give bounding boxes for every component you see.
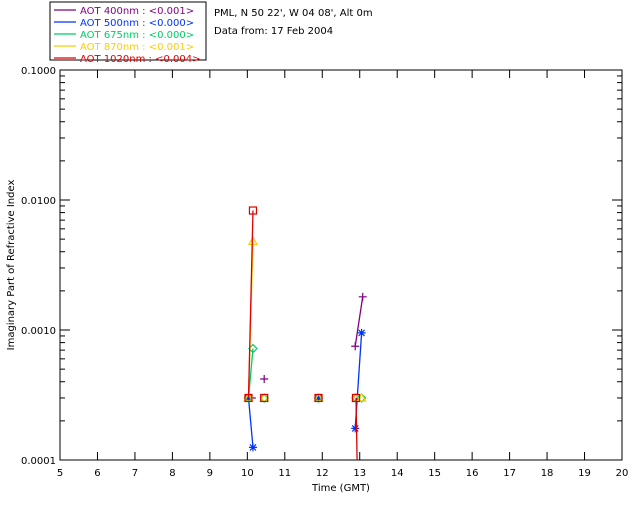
point-plus xyxy=(358,292,367,301)
x-tick-label: 18 xyxy=(541,468,554,479)
legend-label: AOT 1020nm : <0.004> xyxy=(80,54,200,65)
y-tick-label: 0.1000 xyxy=(21,66,56,77)
x-tick-label: 13 xyxy=(353,468,366,479)
y-tick-label: 0.0100 xyxy=(21,196,56,207)
x-axis-label: Time (GMT) xyxy=(311,483,370,494)
point-asterisk xyxy=(351,424,360,433)
y-axis: 0.1000 0.0100 0.0010 0.0001 xyxy=(21,66,622,467)
x-tick-label: 8 xyxy=(169,468,175,479)
point-plus xyxy=(260,374,269,383)
legend-label: AOT 500nm : <0.000> xyxy=(80,18,194,29)
x-tick-label: 7 xyxy=(132,468,138,479)
y-axis-label: Imaginary Part of Refractive Index xyxy=(6,180,17,351)
x-tick-label: 5 xyxy=(57,468,63,479)
x-tick-label: 17 xyxy=(503,468,516,479)
plot-frame xyxy=(59,69,623,461)
x-tick-label: 14 xyxy=(391,468,404,479)
series-layer xyxy=(243,206,367,461)
series-line xyxy=(247,397,254,448)
y-tick-label: 0.0001 xyxy=(21,456,56,467)
chart: AOT 400nm : <0.001>AOT 500nm : <0.000>AO… xyxy=(6,1,629,494)
x-tick-label: 20 xyxy=(616,468,629,479)
point-asterisk xyxy=(357,328,366,337)
series-plus xyxy=(244,292,367,402)
legend-label: AOT 675nm : <0.000> xyxy=(80,30,194,41)
x-tick-label: 16 xyxy=(466,468,479,479)
series-diamond xyxy=(243,343,367,403)
point-asterisk xyxy=(248,443,257,452)
x-tick-label: 15 xyxy=(428,468,441,479)
y-tick-label: 0.0010 xyxy=(21,326,56,337)
x-tick-label: 10 xyxy=(241,468,254,479)
x-tick-label: 6 xyxy=(94,468,100,479)
series-square xyxy=(244,206,361,461)
x-tick-label: 9 xyxy=(207,468,213,479)
x-axis: 5 6 7 8 9 10 11 12 13 14 15 16 17 18 19 20 xyxy=(57,70,629,479)
x-tick-label: 19 xyxy=(578,468,591,479)
x-tick-label: 12 xyxy=(316,468,329,479)
legend-label: AOT 870nm : <0.001> xyxy=(80,42,194,53)
header-location: PML, N 50 22', W 04 08', Alt 0m xyxy=(214,8,373,19)
series-asterisk xyxy=(244,328,366,452)
header-date: Data from: 17 Feb 2004 xyxy=(214,26,333,37)
legend-label: AOT 400nm : <0.001> xyxy=(80,6,194,17)
point-plus xyxy=(351,342,360,351)
x-tick-label: 11 xyxy=(278,468,291,479)
series-triangle xyxy=(243,236,367,402)
